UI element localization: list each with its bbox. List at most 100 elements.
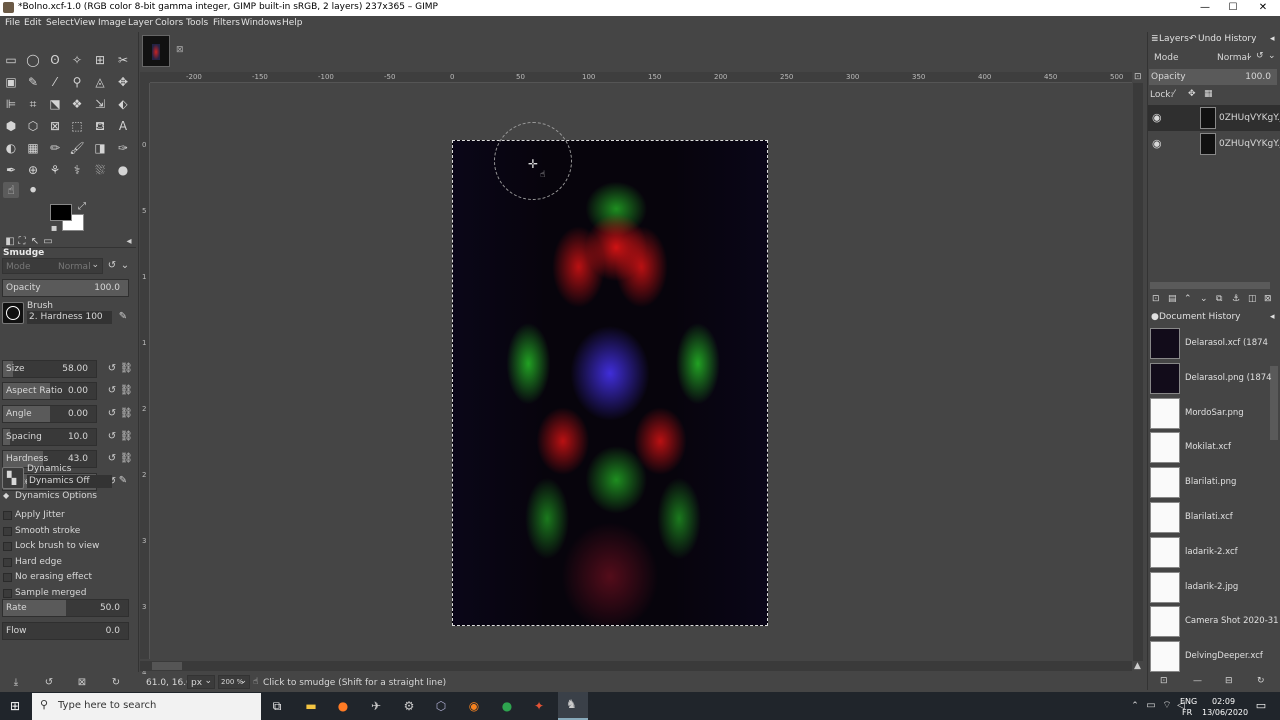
clock-time[interactable]: 02:09 — [1212, 697, 1235, 706]
ink-icon[interactable]: ✒ — [3, 162, 19, 178]
new-group-icon[interactable]: ▤ — [1168, 294, 1177, 304]
navigate-icon[interactable]: ▲ — [1134, 661, 1141, 671]
file-explorer-icon[interactable]: ▬ — [302, 697, 320, 715]
notifications-icon[interactable]: ▭ — [1252, 697, 1270, 715]
chevron-down-icon[interactable]: ⌄ — [1268, 51, 1276, 61]
eraser-icon[interactable]: ◨ — [92, 140, 108, 156]
blur-icon[interactable]: ⛆ — [92, 162, 108, 178]
app-cube-icon[interactable]: ⬡ — [432, 697, 450, 715]
smudge-tool-icon[interactable]: ☝ — [3, 182, 19, 198]
spacing-slider[interactable]: Spacing 10.0 — [2, 428, 97, 446]
checkbox-label[interactable]: Smooth stroke — [15, 526, 80, 536]
pointer-tab-icon[interactable]: ↖ — [29, 235, 41, 249]
perspective-clone-icon[interactable]: ⚕ — [69, 162, 85, 178]
restore-options-icon[interactable]: ↺ — [43, 676, 55, 690]
menu-help[interactable]: Help — [282, 18, 303, 28]
link-chain-icon[interactable]: ⛓ — [120, 430, 133, 444]
size-slider[interactable]: Size 58.00 — [2, 360, 97, 378]
heal-icon[interactable]: ⊕ — [25, 162, 41, 178]
measure-icon[interactable]: ◬ — [92, 74, 108, 90]
swap-colors-icon[interactable]: ⤢ — [76, 200, 88, 214]
scissors-icon[interactable]: ✂ — [115, 52, 131, 68]
maximize-button[interactable]: ☐ — [1218, 0, 1248, 16]
anchor-layer-icon[interactable]: ⚓ — [1232, 294, 1240, 304]
layers-hscroll[interactable] — [1150, 282, 1270, 289]
paths-icon[interactable]: ✎ — [25, 74, 41, 90]
link-chain-icon[interactable]: ⛓ — [120, 407, 133, 421]
3d-transform-icon[interactable]: ⬡ — [25, 118, 41, 134]
color-picker-icon[interactable]: ⁄ — [47, 74, 63, 90]
new-layer-icon[interactable]: ⊡ — [1152, 294, 1160, 304]
dynamics-preview-icon[interactable]: ▚ — [2, 467, 24, 489]
flow-slider[interactable]: Flow 0.0 — [2, 622, 129, 640]
aspect-ratio-slider[interactable]: Aspect Ratio 0.00 — [2, 382, 97, 400]
history-item[interactable]: Delarasol.xcf (1874 — [1150, 327, 1268, 360]
tool-options-tab-icon[interactable]: ◧ — [4, 235, 16, 249]
taskbar-search-box[interactable]: ⚲ Type here to search — [32, 693, 261, 720]
delete-options-icon[interactable]: ⊠ — [76, 676, 88, 690]
open-image-icon[interactable]: ⊡ — [1160, 676, 1168, 686]
undo-history-tab-icon[interactable]: ↶ — [1189, 34, 1197, 44]
dynamics-options-expander[interactable]: Dynamics Options — [15, 491, 97, 501]
text-icon[interactable]: A — [115, 118, 131, 134]
brush-name-field[interactable]: 2. Hardness 100 — [27, 311, 112, 324]
menu-windows[interactable]: Windows — [241, 18, 281, 28]
history-item[interactable]: Blarilati.xcf — [1150, 501, 1268, 534]
configure-tab-icon[interactable]: ◂ — [123, 235, 135, 249]
link-chain-icon[interactable]: ⛓ — [120, 384, 133, 398]
handle-transform-icon[interactable]: ⊠ — [47, 118, 63, 134]
menu-image[interactable]: Image — [98, 18, 126, 28]
menu-select[interactable]: Select — [46, 18, 74, 28]
foreground-select-icon[interactable]: ▣ — [3, 74, 19, 90]
paintbrush-icon[interactable]: 🖌 — [69, 140, 85, 156]
reset-layer-mode-icon[interactable]: ↺ — [1256, 51, 1264, 61]
close-button[interactable]: ✕ — [1248, 0, 1278, 16]
color-select-icon[interactable]: ⊞ — [92, 52, 108, 68]
reset-mode-icon[interactable]: ↺ — [106, 259, 118, 273]
language-secondary[interactable]: FR — [1182, 708, 1192, 717]
checkbox-label[interactable]: Lock brush to view — [15, 541, 99, 551]
airbrush-icon[interactable]: ✑ — [115, 140, 131, 156]
vertical-scrollbar[interactable] — [1133, 83, 1143, 661]
image-tab-thumbnail[interactable] — [142, 35, 170, 67]
history-item[interactable]: Mokilat.xcf — [1150, 431, 1268, 464]
menu-tools[interactable]: Tools — [186, 18, 208, 28]
layer-row[interactable]: ◉ 0ZHUqVYKgY.jp — [1148, 131, 1280, 157]
checkbox-label[interactable]: Sample merged — [15, 588, 86, 598]
firefox-icon[interactable]: ● — [334, 697, 352, 715]
layers-tab-icon[interactable]: ≣ — [1151, 34, 1159, 44]
checkbox-no-erasing-effect[interactable] — [3, 573, 12, 582]
menu-colors[interactable]: Colors — [155, 18, 183, 28]
reset-icon[interactable]: ↺ — [106, 362, 118, 376]
history-item[interactable]: Delarasol.png (1874 — [1150, 362, 1272, 395]
panel-menu-icon[interactable]: ◂ — [1270, 312, 1275, 322]
close-image-icon[interactable]: ⊠ — [176, 45, 184, 55]
reset-icon[interactable]: ↺ — [106, 452, 118, 466]
checkbox-label[interactable]: Hard edge — [15, 557, 62, 567]
angle-slider[interactable]: Angle 0.00 — [2, 405, 97, 423]
menu-edit[interactable]: Edit — [24, 18, 41, 28]
checkbox-hard-edge[interactable] — [3, 557, 12, 567]
edit-brush-icon[interactable]: ✎ — [117, 310, 129, 324]
brush-preview[interactable] — [2, 302, 24, 324]
menu-file[interactable]: File — [5, 18, 20, 28]
history-item[interactable]: MordoSar.png — [1150, 397, 1268, 430]
zoom-icon[interactable]: ⚲ — [69, 74, 85, 90]
opacity-slider[interactable]: Opacity 100.0 — [2, 279, 129, 297]
reset-icon[interactable]: ↺ — [106, 407, 118, 421]
reset-icon[interactable]: ↺ — [106, 384, 118, 398]
dodge-icon[interactable]: ● — [115, 162, 131, 178]
document-history-tab[interactable]: Document History — [1159, 312, 1241, 322]
app-icon[interactable]: ✈ — [367, 697, 385, 715]
edit-dynamics-icon[interactable]: ✎ — [117, 474, 129, 488]
align-icon[interactable]: ⊫ — [3, 96, 19, 112]
visibility-eye-icon[interactable]: ◉ — [1152, 137, 1162, 150]
lower-layer-icon[interactable]: ⌄ — [1200, 294, 1208, 304]
image-canvas[interactable] — [452, 140, 768, 626]
panel-menu-icon[interactable]: ◂ — [1270, 34, 1275, 44]
blender-icon[interactable]: ◉ — [465, 697, 483, 715]
pencil-icon[interactable]: ✏ — [47, 140, 63, 156]
link-chain-icon[interactable]: ⛓ — [120, 452, 133, 466]
history-item[interactable]: ladarik-2.jpg — [1150, 571, 1268, 604]
save-options-icon[interactable]: ⤓ — [10, 676, 22, 690]
